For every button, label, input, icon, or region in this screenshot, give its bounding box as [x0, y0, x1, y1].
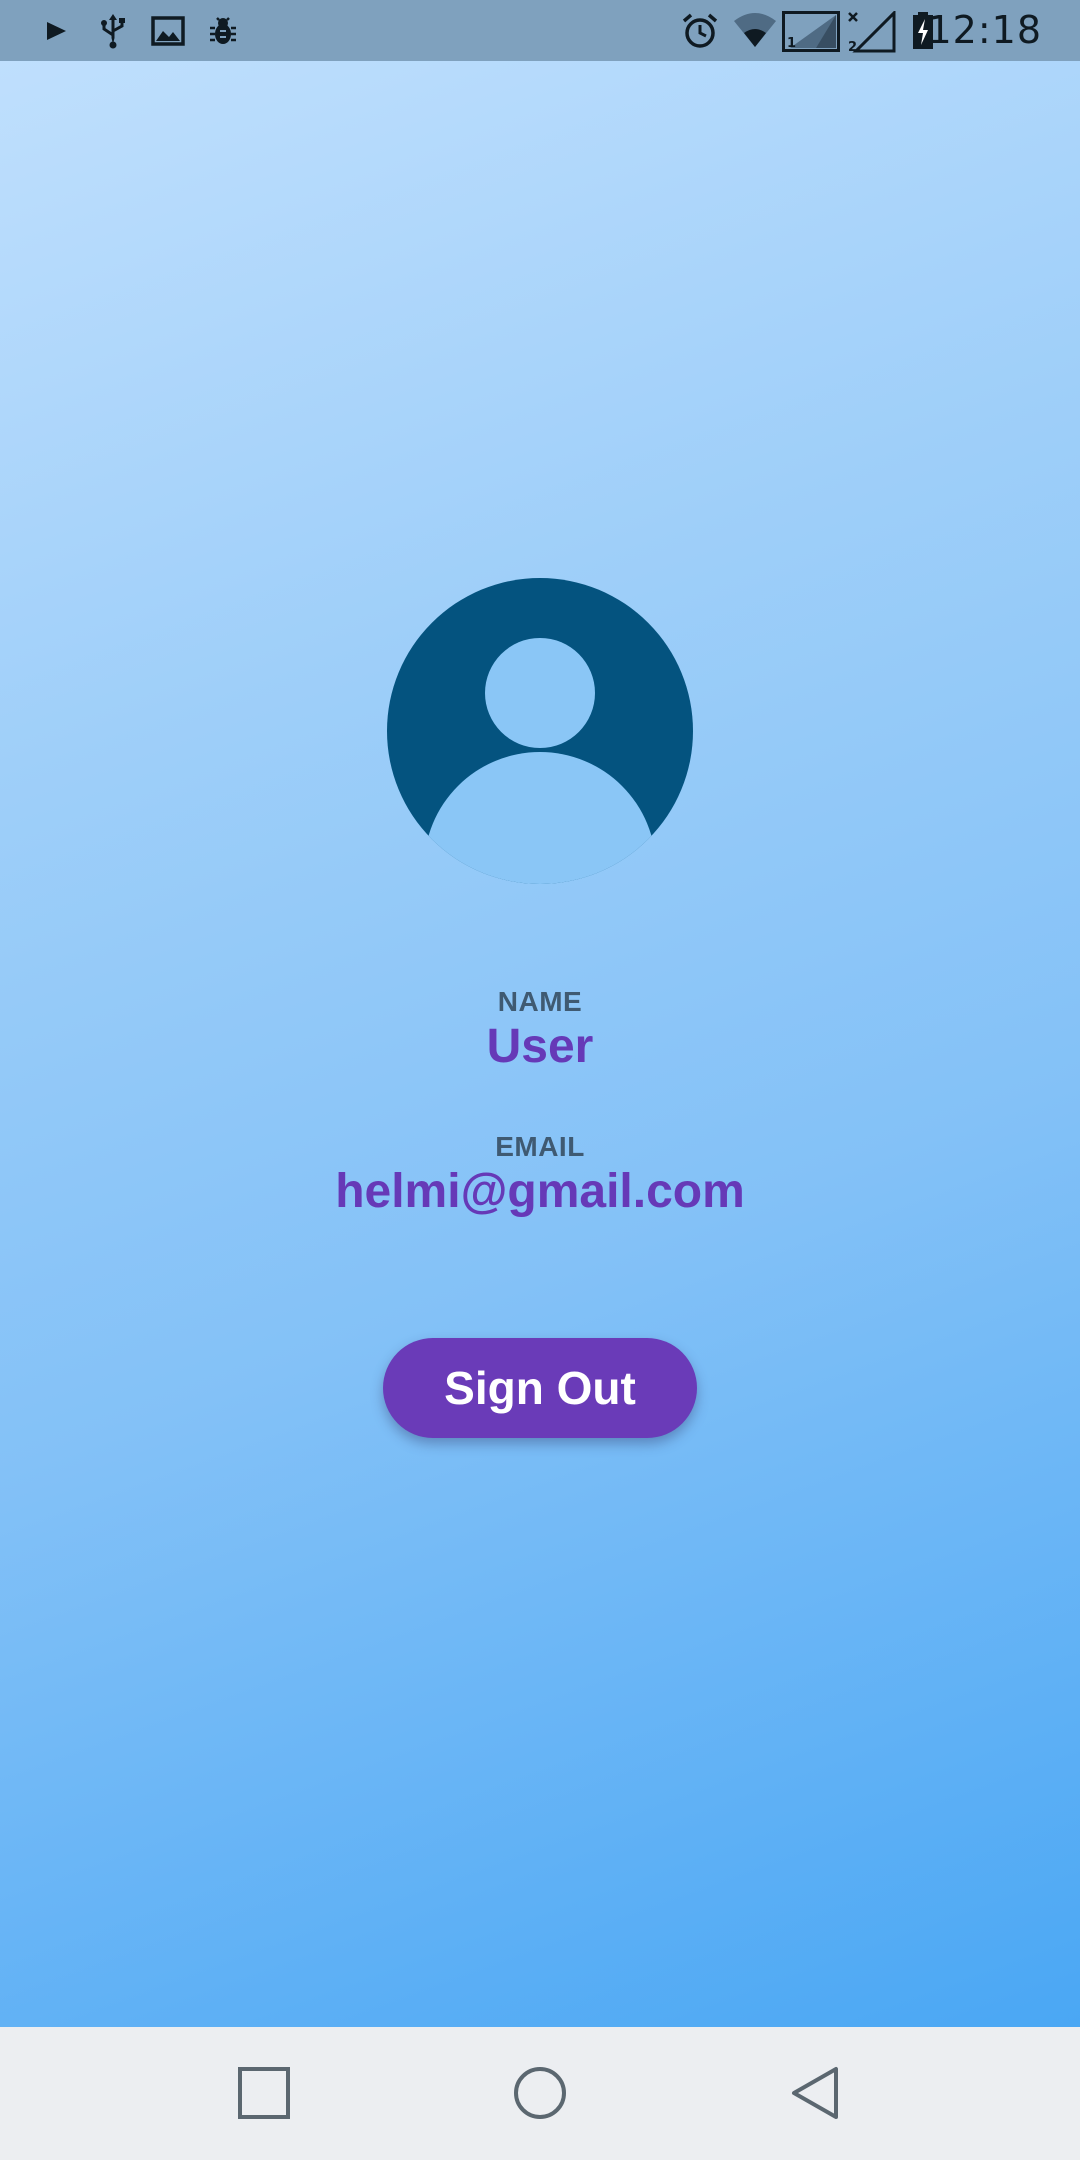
wifi-icon: [732, 11, 778, 51]
signal-sim1-icon: 1: [782, 11, 840, 52]
email-label: EMAIL: [495, 1131, 585, 1162]
clock-time: 12:18: [927, 8, 1042, 52]
image-icon: [150, 11, 186, 51]
profile-screen: 1 2 12:18 NAME User EMAIL helmi@gmail.co…: [0, 0, 1080, 2160]
sign-out-button[interactable]: Sign Out: [383, 1338, 697, 1438]
home-icon[interactable]: [500, 2053, 580, 2133]
name-label: NAME: [497, 986, 583, 1017]
status-bar: 1 2 12:18: [0, 0, 1080, 61]
name-value: User: [486, 1020, 594, 1073]
account-circle-icon: [387, 578, 693, 884]
navigation-bar: [0, 2027, 1080, 2160]
play-icon: [42, 11, 70, 51]
recents-icon[interactable]: [224, 2053, 304, 2133]
alarm-icon: [680, 11, 720, 51]
svg-text:2: 2: [848, 40, 857, 55]
back-icon[interactable]: [776, 2053, 856, 2133]
profile-content: NAME User EMAIL helmi@gmail.com Sign Out: [0, 61, 1080, 2027]
usb-icon: [96, 11, 130, 51]
bug-icon: [207, 11, 239, 51]
svg-text:1: 1: [787, 36, 796, 51]
signal-sim2-icon: 2: [846, 11, 896, 55]
email-value: helmi@gmail.com: [335, 1165, 745, 1218]
